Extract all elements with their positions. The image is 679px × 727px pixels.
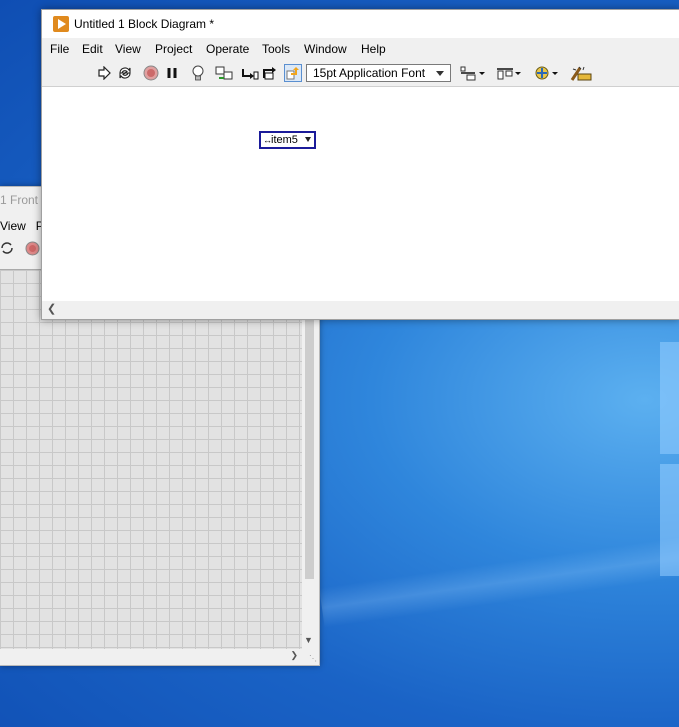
font-select-value: 15pt Application Font xyxy=(313,66,426,80)
step-into-icon[interactable] xyxy=(241,64,259,82)
step-over-icon[interactable] xyxy=(262,64,280,82)
windows-logo-pane-bottom xyxy=(660,464,679,576)
windows-logo-pane-top xyxy=(660,342,679,454)
abort-icon[interactable] xyxy=(25,241,40,256)
scroll-left-icon[interactable]: ❮ xyxy=(47,302,56,315)
menu-bar: File Edit View Project Operate Tools Win… xyxy=(42,38,679,60)
align-objects-icon[interactable] xyxy=(460,64,486,82)
font-select[interactable]: 15pt Application Font xyxy=(306,64,451,82)
step-out-icon[interactable] xyxy=(284,64,302,82)
highlight-execution-icon[interactable] xyxy=(189,64,207,82)
window-title: Untitled 1 Block Diagram * xyxy=(74,17,215,31)
front-panel-horizontal-scrollbar[interactable]: ❯ xyxy=(0,649,302,664)
menu-view[interactable]: View xyxy=(115,42,141,56)
labview-app-icon xyxy=(53,16,69,32)
desktop-light-beam xyxy=(319,532,679,628)
toolbar: 15pt Application Font xyxy=(42,60,679,87)
abort-icon[interactable] xyxy=(142,64,160,82)
menu-operate[interactable]: Operate xyxy=(206,42,249,56)
front-panel-title: 1 Front xyxy=(0,193,39,207)
menu-help[interactable]: Help xyxy=(361,42,386,56)
menu-tools[interactable]: Tools xyxy=(262,42,290,56)
block-diagram-window[interactable]: Untitled 1 Block Diagram * File Edit Vie… xyxy=(41,9,679,320)
ring-constant[interactable]: ↔ item5 xyxy=(259,131,316,149)
resize-grip-icon[interactable]: ⋱ xyxy=(309,654,317,663)
menu-window[interactable]: Window xyxy=(304,42,347,56)
run-continuously-icon[interactable] xyxy=(0,241,14,255)
retain-wire-values-icon[interactable] xyxy=(215,64,233,82)
front-panel-vertical-scrollbar[interactable]: ▼ xyxy=(302,269,317,649)
run-continuously-icon[interactable] xyxy=(116,64,134,82)
block-diagram-canvas[interactable]: ↔ item5 xyxy=(42,87,679,301)
reorder-icon[interactable] xyxy=(532,64,560,82)
run-icon[interactable] xyxy=(95,64,113,82)
title-bar[interactable]: Untitled 1 Block Diagram * xyxy=(42,10,679,38)
front-menu-view[interactable]: View xyxy=(0,219,26,233)
menu-edit[interactable]: Edit xyxy=(82,42,103,56)
scroll-right-icon[interactable]: ❯ xyxy=(290,650,298,661)
ring-constant-value: item5 xyxy=(271,134,298,146)
chevron-down-icon[interactable] xyxy=(305,137,311,142)
scroll-down-icon[interactable]: ▼ xyxy=(304,635,313,645)
chevron-down-icon xyxy=(436,71,444,76)
pause-icon[interactable] xyxy=(163,64,181,82)
clean-up-diagram-icon[interactable] xyxy=(569,64,593,82)
menu-project[interactable]: Project xyxy=(155,42,192,56)
front-panel-grid[interactable] xyxy=(0,269,302,650)
distribute-objects-icon[interactable] xyxy=(496,64,522,82)
menu-file[interactable]: File xyxy=(50,42,69,56)
horizontal-scrollbar[interactable]: ❮ xyxy=(42,301,679,318)
